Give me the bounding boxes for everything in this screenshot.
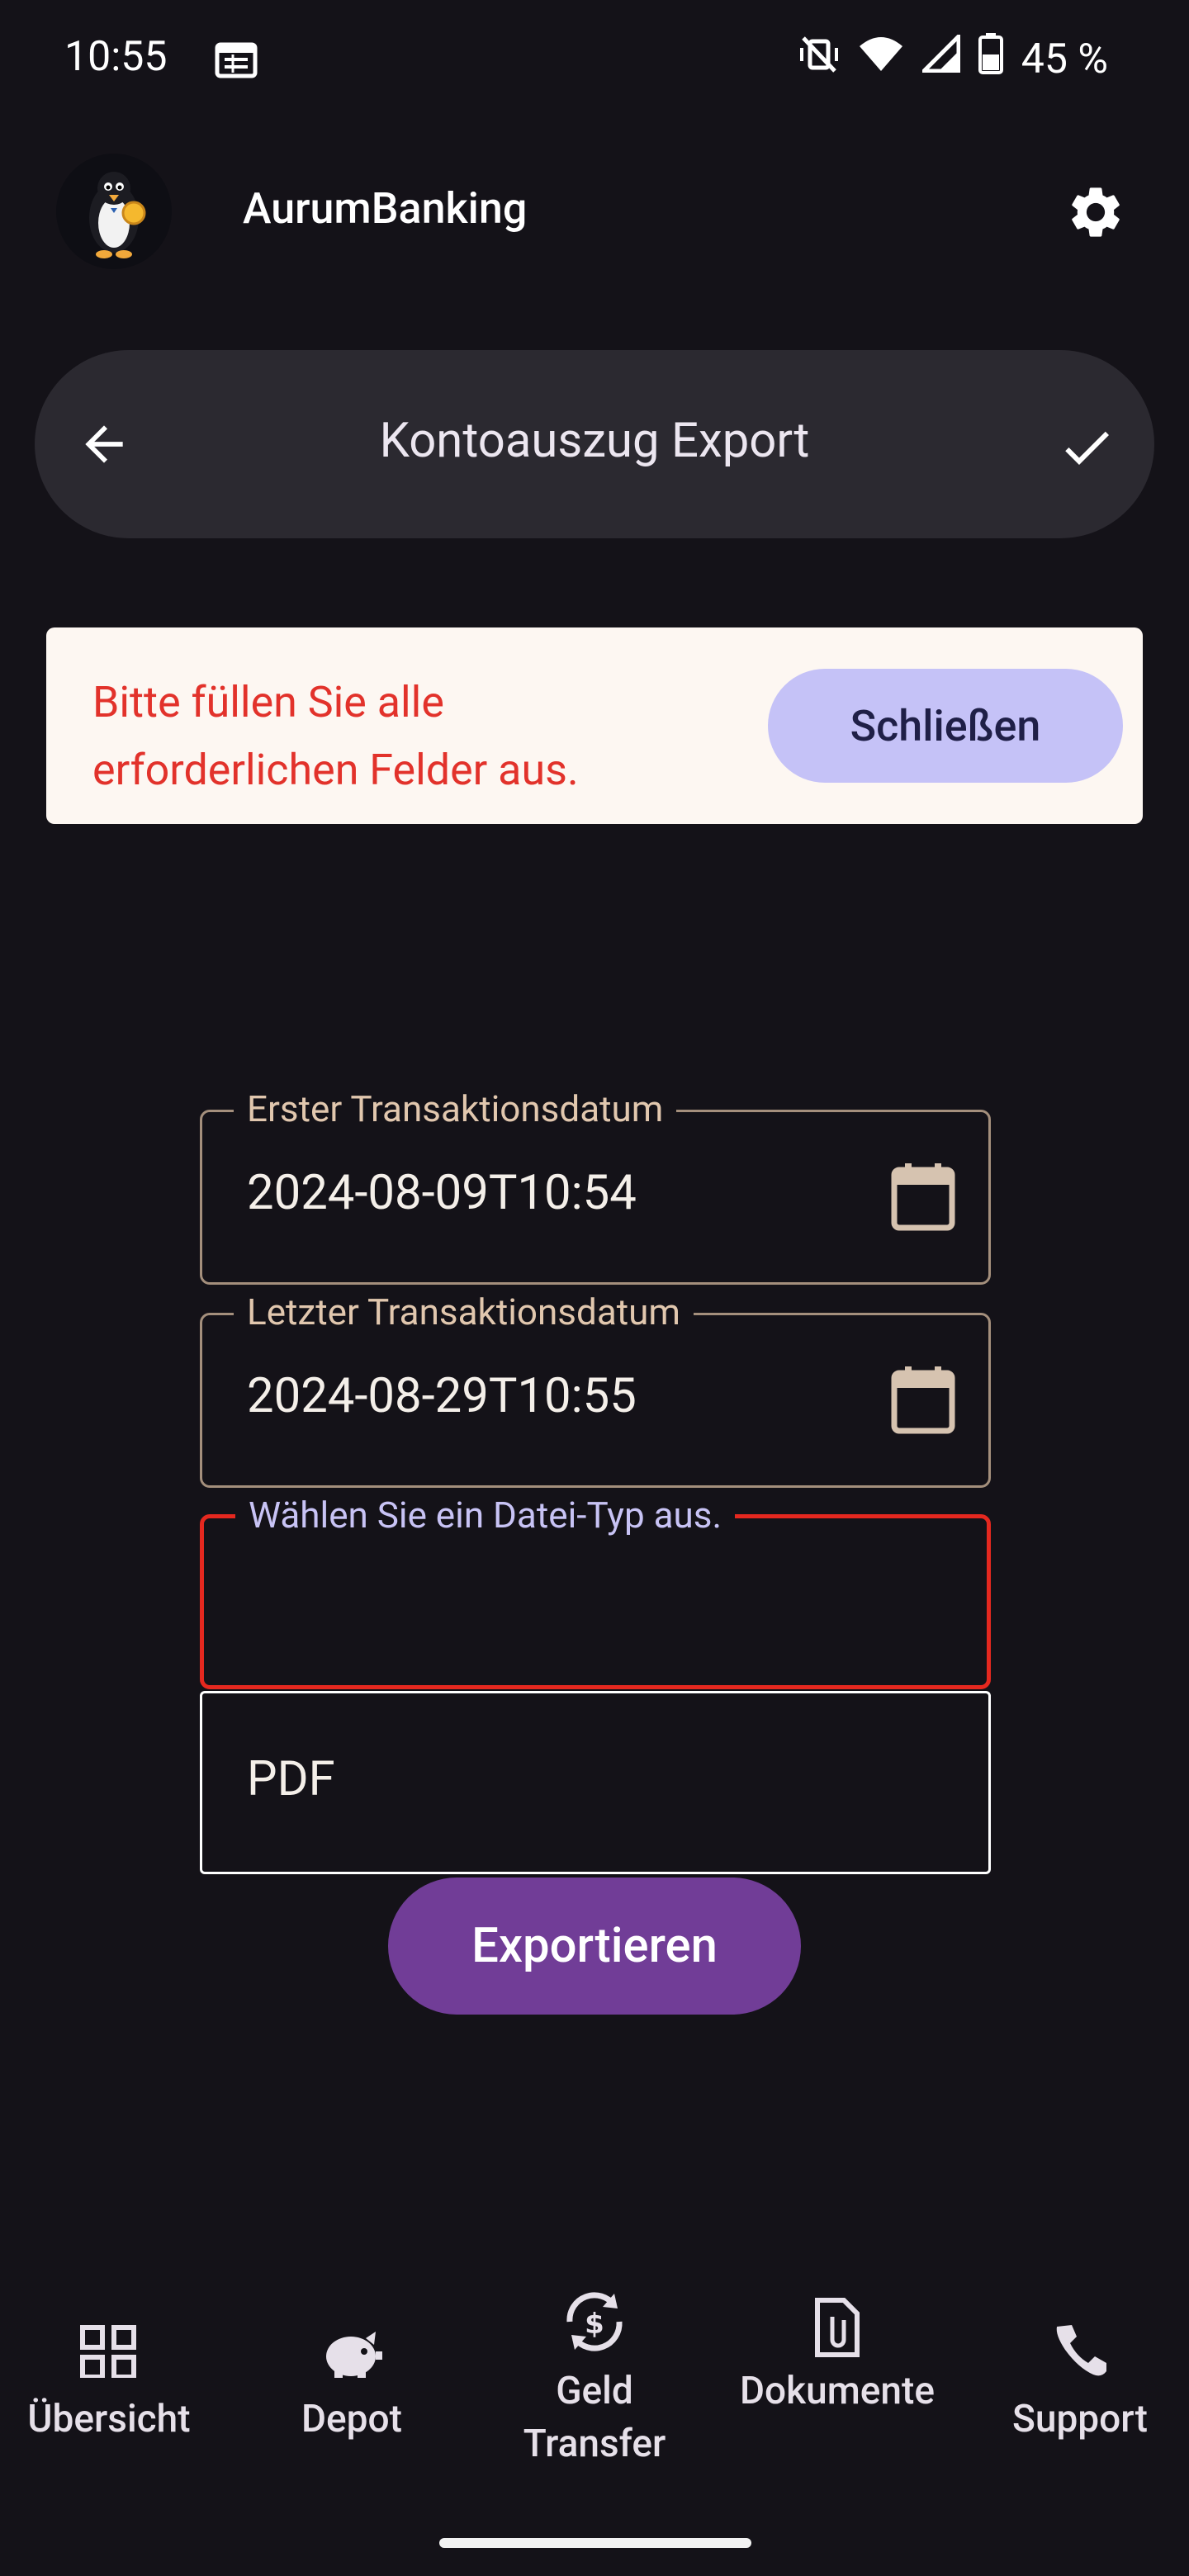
nav-item-uebersicht[interactable]: Übersicht	[0, 2279, 228, 2446]
calendar-notification-icon	[215, 40, 258, 83]
battery-icon	[978, 33, 1003, 85]
status-icons: 45 %	[798, 31, 1108, 85]
nav-label: Depot	[301, 2397, 402, 2441]
nav-item-dokumente[interactable]: Dokumente	[718, 2279, 956, 2417]
grid-icon	[0, 2279, 228, 2379]
pdf-option-label: PDF	[247, 1751, 335, 1807]
nav-label: Dokumente	[740, 2369, 935, 2413]
file-type-select[interactable]: Wählen Sie ein Datei-Typ aus.	[200, 1494, 991, 1689]
last-date-value: 2024-08-29T10:55	[247, 1368, 637, 1424]
bottom-navigation: Übersicht Depot $ Geld Transfer Dokument…	[0, 2279, 1189, 2526]
snackbar-close-button[interactable]: Schließen	[768, 669, 1123, 783]
first-date-field[interactable]: Erster Transaktionsdatum 2024-08-09T10:5…	[200, 1087, 991, 1285]
nav-label: Übersicht	[27, 2397, 191, 2441]
app-logo	[56, 154, 172, 269]
document-attachment-icon	[718, 2279, 956, 2361]
first-date-value: 2024-08-09T10:54	[247, 1165, 637, 1221]
currency-exchange-icon: $	[476, 2279, 713, 2361]
svg-text:$: $	[585, 2308, 604, 2341]
signal-icon	[918, 31, 961, 83]
nav-item-depot[interactable]: Depot	[233, 2279, 471, 2446]
wifi-icon	[858, 35, 904, 83]
nav-label: Geld Transfer	[523, 2369, 666, 2466]
last-date-field[interactable]: Letzter Transaktionsdatum 2024-08-29T10:…	[200, 1290, 991, 1488]
battery-percent: 45 %	[1021, 35, 1108, 83]
calendar-icon[interactable]	[891, 1365, 955, 1437]
app-name: AurumBanking	[243, 183, 528, 234]
snackbar-message: Bitte füllen Sie alle erforderlichen Fel…	[92, 677, 579, 795]
confirm-check-icon[interactable]	[1057, 418, 1116, 481]
phone-icon	[961, 2279, 1189, 2378]
export-button[interactable]: Exportieren	[388, 1878, 801, 2015]
nav-item-geld-transfer[interactable]: $ Geld Transfer	[476, 2279, 713, 2470]
error-snackbar: Bitte füllen Sie alle erforderlichen Fel…	[46, 627, 1143, 824]
first-date-label: Erster Transaktionsdatum	[234, 1087, 677, 1130]
nav-item-support[interactable]: Support	[961, 2279, 1189, 2446]
home-gesture-bar[interactable]	[439, 2538, 751, 2548]
last-date-label: Letzter Transaktionsdatum	[234, 1290, 694, 1333]
sub-header-bar: Kontoauszug Export	[35, 350, 1154, 538]
file-type-option-pdf[interactable]: PDF	[200, 1691, 991, 1874]
page-title: Kontoauszug Export	[379, 413, 810, 469]
file-type-label: Wählen Sie ein Datei-Typ aus.	[235, 1494, 736, 1537]
calendar-icon[interactable]	[891, 1162, 955, 1234]
nav-label: Support	[1012, 2397, 1148, 2441]
status-time: 10:55	[64, 33, 168, 81]
status-bar: 10:55 45 %	[0, 0, 1189, 124]
mute-vibrate-icon	[798, 33, 840, 85]
settings-gear-icon[interactable]	[1065, 182, 1126, 243]
piggy-bank-icon	[233, 2279, 471, 2378]
